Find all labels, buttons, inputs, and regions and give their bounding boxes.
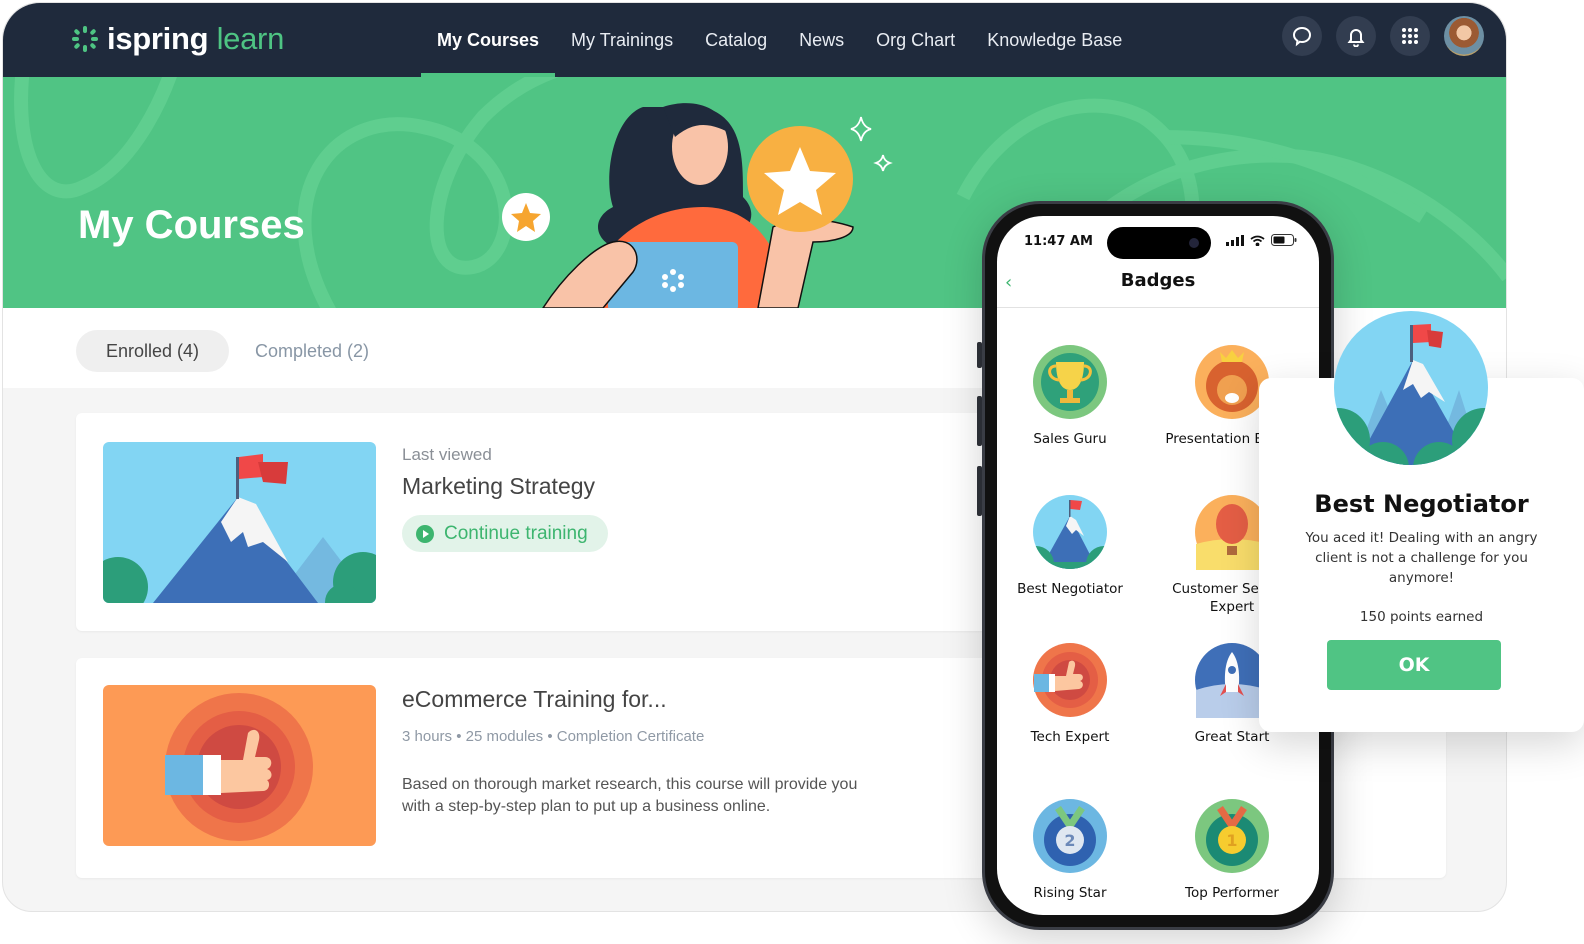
bell-icon [1347, 29, 1365, 47]
nav-catalog[interactable]: Catalog [689, 3, 783, 77]
apps-button[interactable] [1390, 16, 1430, 56]
phone-volume-down [977, 466, 982, 516]
continue-training-button[interactable]: Continue training [402, 515, 608, 552]
thumbs-up-icon [103, 685, 376, 846]
phone-silent-switch [977, 342, 982, 368]
badges-header: ‹ Badges [997, 266, 1319, 308]
ispring-learn-logo[interactable]: ispring learn [71, 23, 284, 54]
badge-label: Best Negotiator [1017, 581, 1123, 597]
badge-rising-star[interactable]: 2 Rising Star [1000, 798, 1140, 902]
continue-training-label: Continue training [444, 522, 588, 544]
medal-gold-icon: 1 [1195, 799, 1269, 873]
tab-enrolled[interactable]: Enrolled (4) [76, 330, 230, 372]
badge-sales-guru[interactable]: Sales Guru [1000, 344, 1140, 448]
phone-volume-up [977, 396, 982, 446]
ok-button[interactable]: OK [1327, 640, 1501, 690]
badge-label: Sales Guru [1033, 431, 1107, 447]
trophy-icon [1033, 345, 1107, 419]
course-thumbnail-thumbs-up [103, 685, 376, 846]
nav-my-courses[interactable]: My Courses [421, 3, 556, 77]
page-title: My Courses [78, 203, 305, 247]
course-thumbnail-mountain [103, 442, 376, 603]
status-time: 11:47 AM [1024, 234, 1093, 249]
mountain-flag-icon [1334, 311, 1488, 465]
wifi-icon [1250, 235, 1265, 246]
badge-tech-expert[interactable]: Tech Expert [1000, 642, 1140, 746]
dynamic-island [1107, 227, 1211, 259]
chat-button[interactable] [1282, 16, 1322, 56]
badge-top-performer[interactable]: 1 Top Performer [1162, 798, 1302, 902]
chat-icon [1292, 26, 1312, 47]
dialog-message: You aced it! Dealing with an angry clien… [1305, 530, 1538, 586]
badges-title: Badges [1120, 270, 1196, 291]
nav-news[interactable]: News [783, 3, 860, 77]
star-coin-large [747, 126, 853, 232]
nav-my-trainings[interactable]: My Trainings [555, 3, 689, 77]
medal-silver-icon: 2 [1033, 799, 1107, 873]
points-earned: 150 points earned [1359, 609, 1484, 625]
tab-completed[interactable]: Completed (2) [225, 330, 399, 372]
thumbs-up-icon [1033, 643, 1107, 717]
badge-label: Rising Star [1033, 885, 1107, 901]
top-navigation-bar: ispring learn My Courses My Trainings Ca… [3, 3, 1506, 77]
course-title[interactable]: Marketing Strategy [402, 473, 595, 500]
ispring-logo-icon [72, 25, 98, 52]
main-nav: My Courses My Trainings Catalog News Org… [421, 3, 1138, 77]
apps-grid-icon [1402, 28, 1418, 44]
last-viewed-label: Last viewed [402, 445, 492, 464]
badge-label: Tech Expert [1030, 729, 1110, 745]
course-description: Based on thorough market research, this … [402, 776, 858, 815]
svg-text:1: 1 [1226, 831, 1237, 850]
nav-org-chart[interactable]: Org Chart [860, 3, 971, 77]
logo-text-primary: ispring [107, 21, 209, 56]
logo-text-secondary: learn [216, 21, 285, 56]
nav-knowledge-base[interactable]: Knowledge Base [971, 3, 1138, 77]
user-avatar[interactable] [1444, 16, 1484, 56]
notifications-button[interactable] [1336, 16, 1376, 56]
mountain-flag-icon [1033, 495, 1107, 569]
badge-best-negotiator[interactable]: Best Negotiator [1000, 494, 1140, 598]
mountain-flag-icon [103, 442, 376, 603]
course-title[interactable]: eCommerce Training for... [402, 686, 667, 713]
status-icons [1226, 234, 1297, 246]
badge-label: Top Performer [1185, 885, 1279, 901]
cellular-signal-icon [1226, 234, 1244, 246]
battery-icon [1271, 234, 1297, 246]
course-meta: 3 hours • 25 modules • Completion Certif… [402, 728, 705, 745]
star-badge-small [502, 193, 550, 241]
top-icons [1282, 16, 1484, 56]
play-icon [416, 524, 434, 543]
dialog-title: Best Negotiator [1314, 490, 1529, 518]
svg-text:2: 2 [1064, 831, 1075, 850]
